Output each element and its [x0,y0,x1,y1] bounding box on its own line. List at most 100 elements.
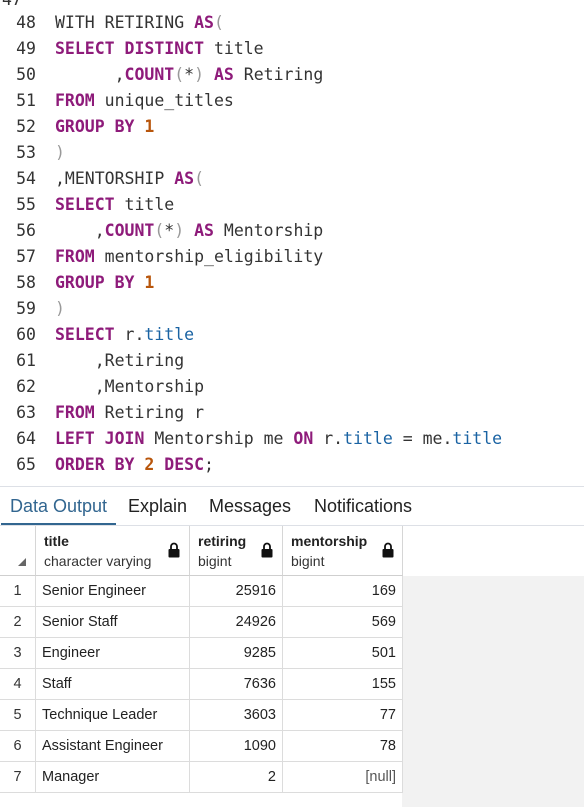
code-line[interactable]: 63 FROM Retiring r [0,400,584,426]
code-token: ,MENTORSHIP [55,169,175,188]
row-number[interactable]: 3 [0,638,36,669]
row-number[interactable]: 5 [0,700,36,731]
line-number: 52 [16,117,36,136]
code-token: AS [213,65,234,84]
table-row[interactable]: 1 Senior Engineer 25916 169 [0,576,403,607]
code-line[interactable]: 62 ,Mentorship [0,374,584,400]
cell-mentorship[interactable]: [null] [283,762,403,793]
code-line[interactable]: 52 GROUP BY 1 [0,114,584,140]
row-number[interactable]: 1 [0,576,36,607]
tab-data-output[interactable]: Data Output [1,487,117,525]
code-text[interactable]: ,COUNT(*) AS Retiring [55,62,324,88]
column-name: mentorship [291,533,368,549]
code-text[interactable]: FROM unique_titles [55,88,234,114]
code-line[interactable]: 50 ,COUNT(*) AS Retiring [0,62,584,88]
cell-retiring[interactable]: 7636 [190,669,283,700]
code-line[interactable]: 59) [0,296,584,322]
code-line[interactable]: 65 ORDER BY 2 DESC; [0,452,584,478]
code-line[interactable]: 60 SELECT r.title [0,322,584,348]
cell-retiring[interactable]: 9285 [190,638,283,669]
column-header-title[interactable]: title character varying [36,526,190,576]
code-line[interactable]: 51 FROM unique_titles [0,88,584,114]
cell-mentorship[interactable]: 501 [283,638,403,669]
row-number[interactable]: 4 [0,669,36,700]
tab-explain[interactable]: Explain [119,487,196,525]
code-text[interactable]: FROM Retiring r [55,400,204,426]
sql-editor[interactable]: 47 48WITH RETIRING AS(49SELECT DISTINCT … [0,0,584,486]
code-text[interactable]: GROUP BY 1 [55,114,154,140]
tab-messages[interactable]: Messages [200,487,300,525]
cell-title[interactable]: Assistant Engineer [36,731,190,762]
code-line[interactable]: 55 SELECT title [0,192,584,218]
table-row[interactable]: 5 Technique Leader 3603 77 [0,700,403,731]
code-line[interactable]: 48 WITH RETIRING AS( [0,10,584,36]
cell-title[interactable]: Engineer [36,638,190,669]
code-token: Mentorship me [144,429,294,448]
code-text[interactable]: ,COUNT(*) AS Mentorship [55,218,324,244]
cell-title[interactable]: Senior Staff [36,607,190,638]
cell-retiring[interactable]: 1090 [190,731,283,762]
code-token: ) [194,65,205,84]
cell-retiring[interactable]: 3603 [190,700,283,731]
line-number: 61 [16,351,36,370]
code-line[interactable]: 61 ,Retiring [0,348,584,374]
data-output-grid: title character varying retiring bigint … [0,526,584,807]
cell-retiring[interactable]: 24926 [190,607,283,638]
code-line[interactable]: 54 ,MENTORSHIP AS( [0,166,584,192]
code-token: mentorship_eligibility [94,247,324,266]
code-text[interactable]: LEFT JOIN Mentorship me ON r.title = me.… [55,426,502,452]
table-row[interactable]: 4 Staff 7636 155 [0,669,403,700]
cell-title[interactable]: Technique Leader [36,700,190,731]
code-text[interactable]: ) [55,140,65,166]
cell-mentorship[interactable]: 155 [283,669,403,700]
code-text[interactable]: ,Retiring [55,348,184,374]
code-text[interactable]: GROUP BY 1 [55,270,154,296]
code-text[interactable]: FROM mentorship_eligibility [55,244,323,270]
code-line[interactable]: 64 LEFT JOIN Mentorship me ON r.title = m… [0,426,584,452]
code-text[interactable]: WITH RETIRING AS( [55,10,224,36]
code-token: LEFT JOIN [55,429,145,448]
code-text[interactable]: SELECT DISTINCT title [55,36,264,62]
column-header-retiring[interactable]: retiring bigint [190,526,283,576]
cell-title[interactable]: Senior Engineer [36,576,190,607]
code-token: 1 [144,117,155,136]
cell-retiring[interactable]: 25916 [190,576,283,607]
lock-icon [168,542,180,558]
code-line[interactable]: 49 SELECT DISTINCT title [0,36,584,62]
code-text[interactable]: ) [55,296,65,322]
code-line[interactable]: 58 GROUP BY 1 [0,270,584,296]
column-header-mentorship[interactable]: mentorship bigint [283,526,403,576]
code-text[interactable]: SELECT title [55,192,174,218]
cell-mentorship[interactable]: 77 [283,700,403,731]
code-line[interactable]: 56 ,COUNT(*) AS Mentorship [0,218,584,244]
table-row[interactable]: 7 Manager 2 [null] [0,762,403,793]
code-line[interactable]: 57 FROM mentorship_eligibility [0,244,584,270]
code-token: ) [55,143,65,162]
line-number: 49 [16,39,36,58]
code-token: title [204,39,264,58]
cell-title[interactable]: Manager [36,762,190,793]
table-row[interactable]: 2 Senior Staff 24926 569 [0,607,403,638]
code-token: * [164,221,175,240]
cell-mentorship[interactable]: 78 [283,731,403,762]
code-text[interactable]: ,MENTORSHIP AS( [55,166,204,192]
table-row[interactable]: 6 Assistant Engineer 1090 78 [0,731,403,762]
row-number[interactable]: 6 [0,731,36,762]
code-text[interactable]: ORDER BY 2 DESC; [55,452,214,478]
row-number[interactable]: 7 [0,762,36,793]
cell-mentorship[interactable]: 169 [283,576,403,607]
grid-corner[interactable] [0,526,36,576]
cell-mentorship[interactable]: 569 [283,607,403,638]
code-text[interactable]: SELECT r.title [55,322,194,348]
grid-empty-area [402,576,584,807]
cell-retiring[interactable]: 2 [190,762,283,793]
table-row[interactable]: 3 Engineer 9285 501 [0,638,403,669]
select-all-icon[interactable] [18,558,26,566]
tab-notifications[interactable]: Notifications [305,487,421,525]
code-line[interactable]: 53) [0,140,584,166]
code-text[interactable]: ,Mentorship [55,374,204,400]
code-token: ) [174,221,185,240]
cell-title[interactable]: Staff [36,669,190,700]
row-number[interactable]: 2 [0,607,36,638]
